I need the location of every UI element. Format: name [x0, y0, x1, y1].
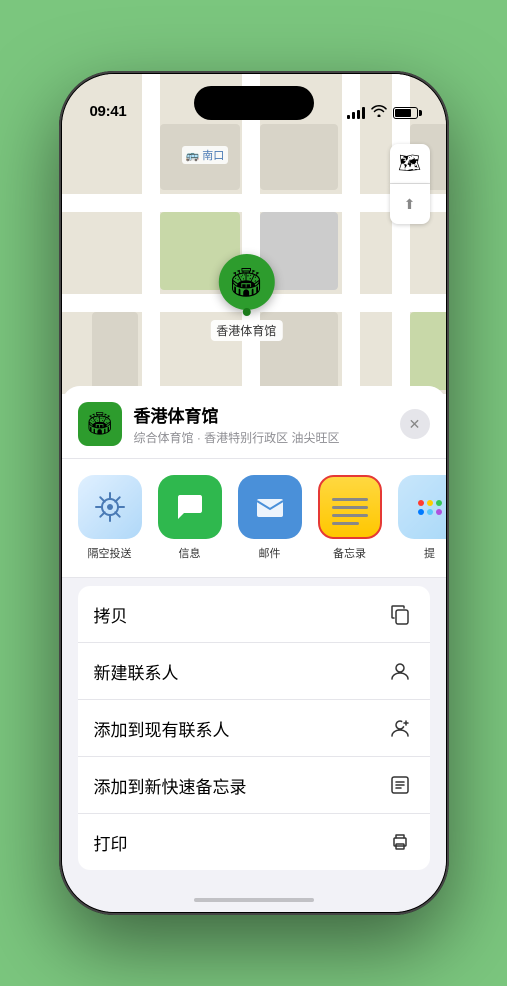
action-quick-note-label: 添加到新快速备忘录: [94, 773, 247, 798]
messages-label: 信息: [179, 545, 201, 561]
share-airdrop[interactable]: 隔空投送: [78, 475, 142, 561]
label-icon: 🚌: [186, 150, 200, 162]
venue-icon: 🏟: [78, 402, 122, 446]
map-controls: 🗺 ⬆: [390, 144, 430, 224]
more-dots: [418, 500, 442, 515]
more-label: 提: [424, 545, 435, 561]
sheet-header: 🏟 香港体育馆 综合体育馆 · 香港特别行政区 油尖旺区 ✕: [62, 386, 446, 459]
share-messages[interactable]: 信息: [158, 475, 222, 561]
action-print-label: 打印: [94, 830, 128, 855]
signal-icon: [347, 107, 365, 119]
venue-name: 香港体育馆: [134, 402, 388, 427]
status-icons: [347, 105, 418, 120]
block6: [410, 312, 446, 390]
stadium-pin[interactable]: 🏟 香港体育馆: [210, 254, 282, 341]
action-new-contact-label: 新建联系人: [94, 659, 179, 684]
stadium-emoji: 🏟: [229, 266, 265, 299]
wifi-icon: [371, 105, 387, 120]
map-type-button[interactable]: 🗺: [390, 144, 430, 184]
pin-icon: 🏟: [218, 254, 274, 310]
notes-icon: [318, 475, 382, 539]
copy-icon: [386, 600, 414, 628]
share-row: 隔空投送 信息: [62, 459, 446, 578]
mail-icon: [238, 475, 302, 539]
mail-label: 邮件: [259, 545, 281, 561]
phone-frame: 🚌 南口 09:41: [59, 71, 449, 915]
status-time: 09:41: [90, 103, 127, 120]
notes-label: 备忘录: [333, 545, 366, 561]
action-quick-note[interactable]: 添加到新快速备忘录: [78, 757, 430, 814]
close-button[interactable]: ✕: [400, 409, 430, 439]
action-copy-label: 拷贝: [94, 602, 128, 627]
map-label-nankou: 🚌 南口: [182, 146, 229, 164]
airdrop-label: 隔空投送: [88, 545, 132, 561]
block4: [92, 312, 138, 390]
new-contact-icon: [386, 657, 414, 685]
more-icon: [398, 475, 446, 539]
notes-lines: [332, 498, 368, 525]
close-icon: ✕: [409, 416, 421, 433]
block2: [260, 124, 338, 190]
phone-inner: 🚌 南口 09:41: [62, 74, 446, 912]
map-type-icon: 🗺: [398, 153, 421, 174]
print-icon: [386, 828, 414, 856]
share-mail[interactable]: 邮件: [238, 475, 302, 561]
action-add-existing-label: 添加到现有联系人: [94, 716, 230, 741]
compass-icon: ⬆: [404, 196, 416, 213]
compass-button[interactable]: ⬆: [390, 184, 430, 224]
battery-icon: [393, 107, 418, 119]
pin-label: 香港体育馆: [210, 320, 282, 341]
messages-icon: [158, 475, 222, 539]
action-print[interactable]: 打印: [78, 814, 430, 870]
venue-subtitle: 综合体育馆 · 香港特别行政区 油尖旺区: [134, 429, 388, 446]
venue-emoji: 🏟: [86, 411, 114, 437]
action-list: 拷贝 新建联系人: [78, 586, 430, 870]
home-area: [62, 878, 446, 912]
bottom-sheet: 🏟 香港体育馆 综合体育馆 · 香港特别行政区 油尖旺区 ✕: [62, 386, 446, 912]
share-notes[interactable]: 备忘录: [318, 475, 382, 561]
action-add-existing[interactable]: 添加到现有联系人: [78, 700, 430, 757]
home-indicator: [194, 898, 314, 902]
dynamic-island: [194, 86, 314, 120]
add-existing-icon: [386, 714, 414, 742]
action-copy[interactable]: 拷贝: [78, 586, 430, 643]
airdrop-icon: [78, 475, 142, 539]
venue-info: 香港体育馆 综合体育馆 · 香港特别行政区 油尖旺区: [134, 402, 388, 446]
quick-note-icon: [386, 771, 414, 799]
action-new-contact[interactable]: 新建联系人: [78, 643, 430, 700]
share-more[interactable]: 提: [398, 475, 446, 561]
label-text: 南口: [202, 150, 224, 162]
